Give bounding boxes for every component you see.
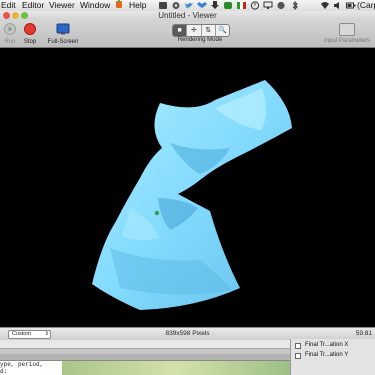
- code-line-2: d:: [0, 368, 8, 375]
- flag-icon[interactable]: [236, 1, 246, 10]
- time-machine-icon[interactable]: [276, 1, 286, 10]
- rendering-mode-label: Rendering Mode: [177, 37, 223, 43]
- status-text[interactable]: (Carp: [357, 0, 375, 11]
- wifi-icon[interactable]: [320, 1, 330, 10]
- input-parameters-label: Input Parameters: [323, 38, 371, 44]
- rendering-mode-control[interactable]: ■ ✛ ⇅ 🔍: [172, 24, 230, 37]
- run-label: Run: [4, 39, 16, 45]
- rendered-3d-shape: [92, 80, 292, 310]
- background-toolbar: [0, 342, 290, 349]
- fullscreen-icon: [56, 23, 70, 35]
- menu-editor[interactable]: Editor: [22, 0, 44, 11]
- param-checkbox[interactable]: [295, 343, 301, 349]
- badge-icon[interactable]: [223, 1, 233, 10]
- parameters-icon: [339, 23, 355, 36]
- background-header: [0, 354, 290, 361]
- twitter-icon[interactable]: [184, 1, 194, 10]
- dropbox-like-icon[interactable]: [158, 1, 168, 10]
- display-icon[interactable]: [263, 1, 273, 10]
- toolbar: Run Stop Full-Screen ■ ✛ ⇅ 🔍 Rendering M…: [0, 20, 375, 48]
- volume-icon[interactable]: [333, 1, 343, 10]
- window-title: Untitled - Viewer: [158, 11, 217, 20]
- render-mode-solid[interactable]: ■: [173, 25, 188, 36]
- menu-viewer[interactable]: Viewer: [49, 0, 75, 11]
- code-line-1: ype, period,: [0, 361, 44, 368]
- background-image-preview: [62, 361, 290, 375]
- fullscreen-label: Full-Screen: [47, 39, 79, 45]
- input-parameters-button[interactable]: Input Parameters: [322, 23, 372, 44]
- play-icon: [4, 23, 16, 35]
- menu-edit[interactable]: Edit: [1, 0, 16, 11]
- stop-icon: [24, 23, 36, 35]
- battery-icon[interactable]: [346, 1, 356, 10]
- render-mode-move[interactable]: ✛: [187, 25, 202, 36]
- stop-label: Stop: [23, 39, 37, 45]
- param-label: Final Tr...ation Y: [305, 352, 349, 358]
- param-label: Final Tr...ation X: [305, 342, 349, 348]
- menu-window[interactable]: Window: [80, 0, 110, 11]
- bluetooth-icon[interactable]: [290, 0, 300, 11]
- pixel-dimensions: 839x598 Pixels: [165, 330, 210, 337]
- param-row-translation-y[interactable]: Final Tr...ation Y: [295, 350, 374, 360]
- parameters-inspector: Final Tr...ation X Final Tr...ation Y: [290, 339, 375, 375]
- run-button[interactable]: Run: [3, 23, 17, 45]
- code-editor-snippet[interactable]: ype, period, d:: [0, 361, 62, 375]
- render-mode-zoom[interactable]: 🔍: [216, 25, 229, 36]
- fullscreen-button[interactable]: Full-Screen: [46, 23, 80, 45]
- param-row-translation-x[interactable]: Final Tr...ation X: [295, 340, 374, 350]
- gear-status-icon[interactable]: [171, 1, 181, 10]
- download-icon[interactable]: [210, 1, 220, 10]
- background-window[interactable]: ype, period, d:: [0, 342, 290, 375]
- stop-button[interactable]: Stop: [22, 23, 38, 45]
- param-checkbox[interactable]: [295, 353, 301, 359]
- render-mode-rotate[interactable]: ⇅: [202, 25, 216, 36]
- dropbox-icon[interactable]: [197, 1, 207, 10]
- fps-readout: 59.81: [355, 330, 372, 337]
- menu-help[interactable]: Help: [129, 0, 146, 11]
- window-titlebar[interactable]: Untitled - Viewer: [0, 11, 375, 20]
- timer-icon[interactable]: [250, 1, 260, 10]
- render-viewport[interactable]: [0, 48, 375, 327]
- pivot-marker: [154, 210, 160, 216]
